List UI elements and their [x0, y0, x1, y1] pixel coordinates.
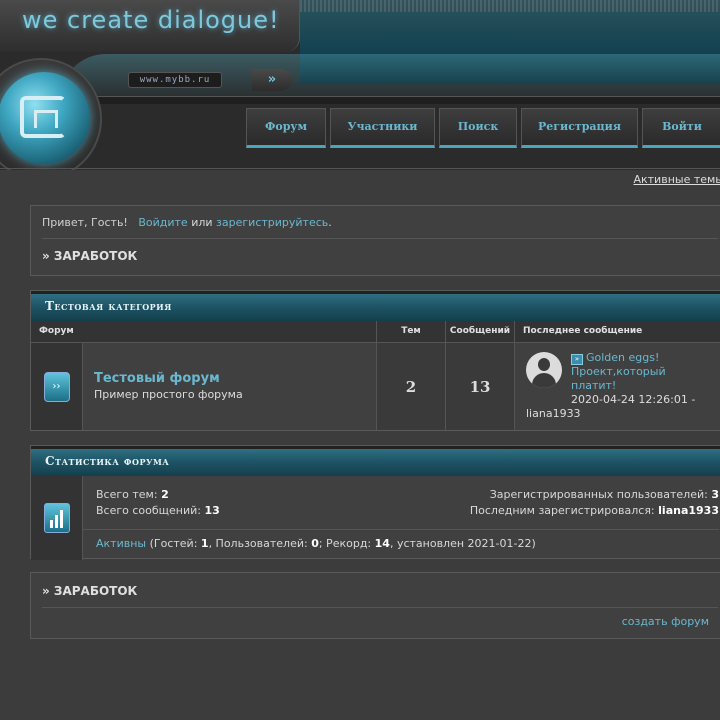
or-text: или	[191, 216, 213, 229]
last-post-link-2[interactable]: Проект,который	[571, 365, 718, 379]
divider	[42, 238, 718, 239]
header-bar	[90, 96, 720, 104]
total-posts-label: Всего сообщений:	[96, 504, 201, 517]
forum-description: Пример простого форума	[94, 388, 243, 401]
guests-label: (Гостей:	[149, 537, 198, 550]
welcome-line: Привет, Гость! Войдите или зарегистрируй…	[42, 216, 718, 229]
header-grille	[300, 0, 720, 12]
stats-row: Всего тем: 2 Зарегистрированных пользова…	[31, 476, 720, 560]
col-forum: Форум	[31, 321, 377, 342]
category-panel: Тестовая категория Форум Тем Сообщений П…	[30, 290, 720, 431]
total-posts-value: 13	[204, 504, 220, 517]
table-header: Форум Тем Сообщений Последнее сообщение	[31, 321, 720, 343]
avatar[interactable]	[526, 352, 562, 388]
site-url[interactable]: www.mybb.ru	[128, 72, 222, 88]
register-link[interactable]: зарегистрируйтесь	[216, 216, 328, 229]
last-post-cell: » Golden eggs! Проект,который платит! 202…	[515, 343, 720, 430]
last-post-user[interactable]: liana1933	[526, 407, 718, 420]
col-posts: Сообщений	[446, 321, 515, 342]
site-header: we create dialogue! www.mybb.ru » Форум …	[0, 0, 720, 170]
topics-count: 2	[377, 343, 446, 430]
forum-name-link[interactable]: Тестовый форум	[94, 371, 365, 386]
forum-status-icon: ››	[43, 371, 70, 402]
table-row: ›› Тестовый форум Пример простого форума…	[31, 343, 720, 430]
last-post-link[interactable]: Golden eggs!	[586, 351, 659, 364]
nav-register[interactable]: Регистрация	[521, 108, 638, 148]
stats-panel: Статистика форума Всего тем: 2 Зарегистр…	[30, 445, 720, 560]
nav-search-label: Поиск	[457, 120, 499, 133]
period-text: .	[328, 216, 332, 229]
record-value: 14	[374, 537, 390, 550]
footer-note-panel: » ЗАРАБОТОК создать форум	[30, 572, 720, 639]
stats-body: Всего тем: 2 Зарегистрированных пользова…	[83, 476, 720, 560]
category-title[interactable]: Тестовая категория	[31, 291, 720, 321]
registered-value: 3	[711, 488, 719, 501]
login-link[interactable]: Войдите	[138, 216, 187, 229]
divider	[42, 607, 718, 608]
welcome-panel: Привет, Гость! Войдите или зарегистрируй…	[30, 205, 720, 276]
nav-register-label: Регистрация	[538, 120, 621, 133]
footer-heading: » ЗАРАБОТОК	[42, 584, 138, 598]
logo-box[interactable]: we create dialogue!	[0, 0, 300, 52]
main-nav: Форум Участники Поиск Регистрация Войти	[246, 108, 720, 148]
forum-info: Тестовый форум Пример простого форума	[83, 343, 377, 430]
total-topics-label: Всего тем:	[96, 488, 158, 501]
col-last-post: Последнее сообщение	[523, 326, 643, 336]
goto-post-icon[interactable]: »	[571, 354, 583, 365]
forum-icon-cell: ››	[31, 343, 83, 430]
nav-forum-label: Форум	[264, 120, 308, 133]
announcement-heading: » ЗАРАБОТОК	[42, 249, 138, 263]
go-arrow-icon[interactable]: »	[252, 69, 292, 91]
nav-members-label: Участники	[347, 120, 418, 133]
last-post-date: 2020-04-24 12:26:01 -	[571, 393, 696, 406]
last-registered-user-link[interactable]: liana1933	[658, 504, 719, 517]
users-value: 0	[311, 537, 319, 550]
registered-label: Зарегистрированных пользователей:	[489, 488, 708, 501]
bar-chart-icon	[43, 503, 70, 533]
site-logo-text[interactable]: we create dialogue!	[22, 6, 280, 34]
guests-value: 1	[200, 537, 209, 550]
online-line: Активны (Гостей: 1, Пользователей: 0; Ре…	[96, 537, 719, 550]
active-users-link[interactable]: Активны	[96, 537, 146, 550]
nav-forum[interactable]: Форум	[246, 108, 326, 148]
stats-icon-cell	[31, 476, 83, 560]
sub-bar: Активные темы	[0, 168, 720, 190]
record-date: , установлен 2021-01-22)	[389, 537, 536, 550]
record-label: ; Рекорд:	[318, 537, 372, 550]
create-forum-link[interactable]: создать форум	[622, 615, 709, 628]
last-registered-label: Последним зарегистрировался:	[469, 504, 655, 517]
divider	[83, 529, 719, 530]
active-topics-link[interactable]: Активные темы	[633, 173, 720, 186]
greeting-text: Привет, Гость!	[42, 216, 128, 229]
last-post-link-3[interactable]: платит!	[571, 379, 718, 393]
users-label: , Пользователей:	[208, 537, 308, 550]
orb-emblem-inner-icon	[34, 110, 58, 128]
col-topics: Тем	[377, 321, 446, 342]
nav-login[interactable]: Войти	[642, 108, 720, 148]
nav-members[interactable]: Участники	[330, 108, 435, 148]
total-topics-value: 2	[161, 488, 169, 501]
nav-login-label: Войти	[662, 120, 702, 133]
stats-title: Статистика форума	[31, 446, 720, 476]
nav-search[interactable]: Поиск	[439, 108, 517, 148]
posts-count: 13	[446, 343, 515, 430]
